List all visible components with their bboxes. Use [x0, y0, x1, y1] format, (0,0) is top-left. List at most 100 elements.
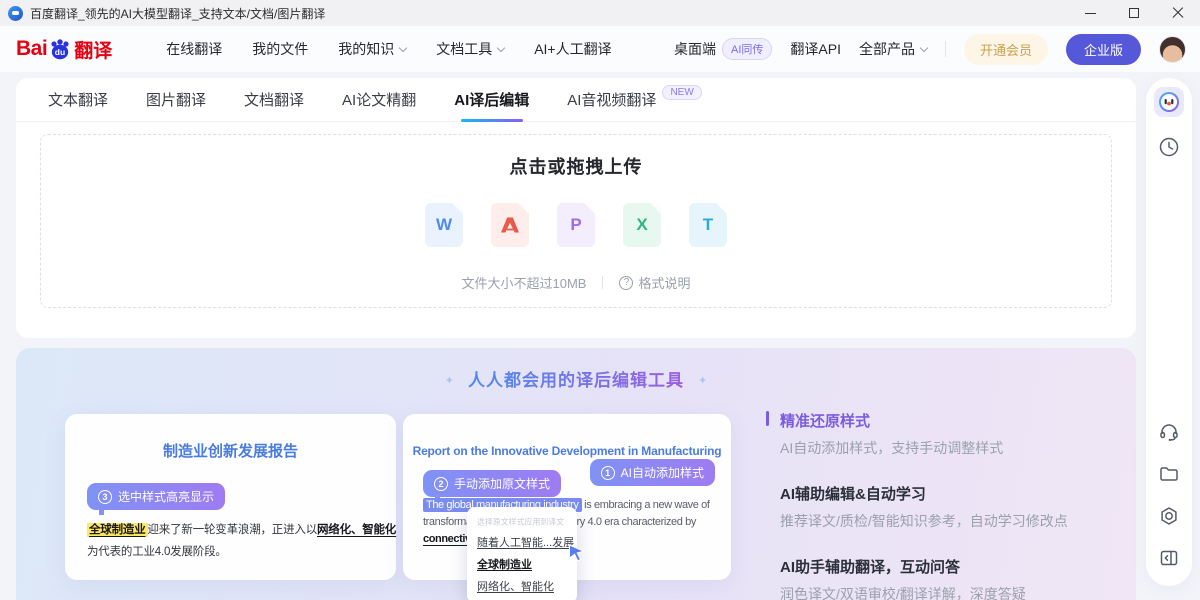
logo-text-bai: Bai	[16, 37, 47, 61]
tab-document-translate[interactable]: 文档翻译	[244, 78, 304, 122]
dropdown-header: 选择原文样式应用到译文	[477, 516, 556, 527]
bold-term: 网络化、智能化	[317, 524, 396, 536]
feature-title: AI辅助编辑&自动学习	[780, 483, 1140, 504]
highlight-style-badge: 3 选中样式高亮显示	[87, 483, 225, 510]
file-letter: P	[570, 215, 581, 235]
minimize-icon	[1085, 13, 1096, 14]
history-clock-icon	[1158, 136, 1180, 158]
translated-doc-demo-card: Report on the Innovative Development in …	[403, 414, 731, 580]
enterprise-edition-button[interactable]: 企业版	[1066, 34, 1141, 65]
close-button[interactable]	[1156, 0, 1200, 26]
ai-assistant-icon	[1158, 91, 1180, 113]
nav-item-doc-tools[interactable]: 文档工具	[436, 39, 504, 59]
upload-title: 点击或拖拽上传	[41, 153, 1111, 179]
source-doc-demo-card: 制造业创新发展报告 3 选中样式高亮显示 全球制造业迎来了新一轮变革浪潮，正进入…	[65, 414, 396, 580]
collapse-panel-button[interactable]	[1155, 544, 1183, 572]
word-file-icon: W	[425, 203, 463, 247]
maximize-icon	[1129, 8, 1139, 18]
file-letter: T	[703, 215, 713, 235]
ai-simultaneous-badge: AI同传	[722, 38, 772, 60]
minimize-button[interactable]	[1068, 0, 1112, 26]
nav-label: AI+人工翻译	[534, 39, 611, 59]
excel-file-icon: X	[623, 203, 661, 247]
chevron-down-icon	[399, 43, 407, 51]
feature-desc: 推荐译文/质检/智能知识参考，自动学习修改点	[780, 511, 1140, 531]
badge-number: 2	[434, 477, 448, 491]
app-window: 百度翻译_领先的AI大模型翻译_支持文本/文档/图片翻译 Bai du 翻译 在…	[0, 0, 1200, 600]
chevron-down-icon	[497, 43, 505, 51]
dropdown-item: 随着人工智能...发展	[477, 534, 567, 550]
folder-icon	[1158, 463, 1180, 485]
badge-number: 1	[601, 466, 615, 480]
dropdown-item: 网络化、智能化	[477, 578, 567, 594]
translate-panel: 文本翻译 图片翻译 文档翻译 AI论文精翻 AI译后编辑 AI音视频翻译NEW …	[16, 78, 1136, 338]
right-toolbar	[1146, 78, 1192, 586]
ai-auto-style-badge: 1 AI自动添加样式	[590, 459, 715, 486]
post-editing-showcase: ✦人人都会用的译后编辑工具✦ 制造业创新发展报告 3 选中样式高亮显示 全球制造…	[16, 348, 1136, 600]
top-nav: Bai du 翻译 在线翻译 我的文件 我的知识 文档工具 AI+人工翻译 桌面…	[0, 26, 1200, 72]
upload-dropzone[interactable]: 点击或拖拽上传 W P X T 文件大小不超过10MB ? 格式说明	[40, 134, 1112, 308]
nav-label: 全部产品	[859, 39, 915, 59]
source-doc-title: 制造业创新发展报告	[65, 440, 396, 461]
logo-text-fanyi: 翻译	[74, 36, 112, 63]
tab-ai-paper-translate[interactable]: AI论文精翻	[342, 78, 416, 122]
nav-label: 文档工具	[436, 39, 492, 59]
window-title: 百度翻译_领先的AI大模型翻译_支持文本/文档/图片翻译	[30, 5, 325, 22]
pdf-file-icon	[491, 203, 529, 247]
nav-item-my-knowledge[interactable]: 我的知识	[338, 39, 406, 59]
doc-text: 迎来了新一轮变革浪潮，正进入以	[148, 524, 318, 536]
translated-doc-title: Report on the Innovative Development in …	[403, 444, 731, 458]
ai-assistant-button[interactable]	[1154, 87, 1184, 117]
window-titlebar: 百度翻译_领先的AI大模型翻译_支持文本/文档/图片翻译	[0, 0, 1200, 26]
meta-divider	[602, 276, 603, 289]
file-type-icons: W P X T	[41, 203, 1111, 247]
feature-list: 精准还原样式 AI自动添加样式，支持手动调整样式 AI辅助编辑&自动学习 推荐译…	[780, 410, 1140, 600]
tab-text-translate[interactable]: 文本翻译	[48, 78, 108, 122]
tab-label: 文本翻译	[48, 89, 108, 110]
open-membership-button[interactable]: 开通会员	[964, 34, 1048, 65]
txt-file-icon: T	[689, 203, 727, 247]
nav-item-all-products[interactable]: 全部产品	[859, 39, 927, 59]
feature-item-ai-assistant-qa[interactable]: AI助手辅助翻译，互动问答 润色译文/双语审校/翻译详解，深度答疑	[780, 556, 1140, 600]
question-circle-icon: ?	[619, 276, 633, 290]
format-help-link[interactable]: 格式说明	[638, 273, 690, 292]
nav-label: 在线翻译	[166, 39, 222, 59]
feature-title: 精准还原样式	[780, 410, 1140, 431]
close-icon	[1172, 7, 1184, 19]
style-apply-dropdown: 选择原文样式应用到译文 随着人工智能...发展 全球制造业 网络化、智能化	[467, 507, 577, 600]
tab-image-translate[interactable]: 图片翻译	[146, 78, 206, 122]
sparkle-icon: ✦	[445, 375, 454, 387]
feature-item-restore-style[interactable]: 精准还原样式 AI自动添加样式，支持手动调整样式	[780, 410, 1140, 458]
settings-button[interactable]	[1155, 502, 1183, 530]
tab-label: AI音视频翻译	[567, 89, 656, 110]
user-avatar[interactable]	[1159, 36, 1186, 63]
nav-item-my-files[interactable]: 我的文件	[252, 39, 308, 59]
nav-item-ai-human-translate[interactable]: AI+人工翻译	[534, 39, 611, 59]
maximize-button[interactable]	[1112, 0, 1156, 26]
tab-label: 文档翻译	[244, 89, 304, 110]
app-icon	[8, 6, 23, 21]
badge-label: 手动添加原文样式	[454, 475, 550, 492]
tab-ai-audio-video-translate[interactable]: AI音视频翻译 NEW	[567, 78, 702, 122]
mouse-cursor-icon	[568, 544, 585, 562]
baidu-translate-logo[interactable]: Bai du 翻译	[16, 36, 112, 63]
nav-divider	[945, 41, 946, 57]
file-size-hint: 文件大小不超过10MB	[462, 273, 587, 292]
nav-item-desktop-app[interactable]: 桌面端 AI同传	[674, 38, 772, 60]
nav-label: 翻译API	[790, 39, 841, 59]
feature-item-ai-assist-edit[interactable]: AI辅助编辑&自动学习 推荐译文/质检/智能知识参考，自动学习修改点	[780, 483, 1140, 531]
new-badge: NEW	[662, 85, 701, 100]
svg-text:du: du	[55, 47, 65, 57]
nav-item-translate-api[interactable]: 翻译API	[790, 39, 841, 59]
customer-service-button[interactable]	[1155, 418, 1183, 446]
highlighted-term: 全球制造业	[87, 523, 148, 537]
tab-ai-post-editing[interactable]: AI译后编辑	[454, 78, 529, 122]
my-files-button[interactable]	[1155, 460, 1183, 488]
nav-label: 我的知识	[338, 39, 394, 59]
nav-item-online-translate[interactable]: 在线翻译	[166, 39, 222, 59]
badge-label: AI自动添加样式	[621, 464, 704, 481]
nav-label: 我的文件	[252, 39, 308, 59]
adobe-pdf-glyph	[500, 216, 520, 234]
feature-desc: 润色译文/双语审校/翻译详解，深度答疑	[780, 584, 1140, 600]
history-button[interactable]	[1155, 133, 1183, 161]
